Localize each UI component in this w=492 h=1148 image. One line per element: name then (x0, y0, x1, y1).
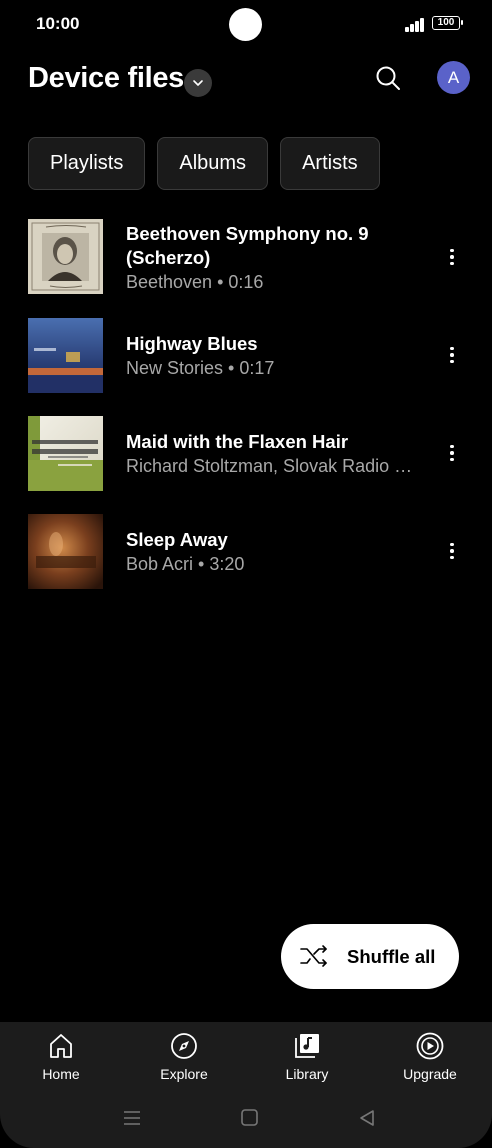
shuffle-icon (300, 945, 327, 967)
more-options-icon[interactable] (438, 341, 466, 369)
song-row[interactable]: Maid with the Flaxen Hair Richard Stoltz… (0, 406, 492, 496)
album-art (28, 416, 103, 491)
song-subtitle: Richard Stoltzman, Slovak Radio … (126, 456, 413, 476)
nav-label: Library (285, 1066, 329, 1082)
chip-artists[interactable]: Artists (280, 137, 380, 190)
song-subtitle: New Stories • 0:17 (126, 358, 275, 378)
more-options-icon[interactable] (438, 537, 466, 565)
bottom-nav: Home Explore Library Upgrade (0, 1022, 492, 1148)
album-art (28, 318, 103, 393)
nav-home[interactable]: Home (11, 1022, 111, 1102)
more-options-icon[interactable] (438, 439, 466, 467)
library-icon (295, 1034, 319, 1058)
nav-label: Home (42, 1066, 80, 1082)
status-bar: 10:00 100 (0, 0, 492, 48)
upgrade-icon (416, 1032, 444, 1060)
status-time: 10:00 (36, 14, 80, 33)
system-nav-bar (0, 1102, 492, 1148)
page-title: Device files (28, 62, 184, 94)
menu-icon[interactable] (123, 1110, 141, 1126)
phone-screen: 10:00 100 Device files A Playlists Album… (0, 0, 492, 1148)
compass-icon (171, 1033, 197, 1059)
song-row[interactable]: Sleep Away Bob Acri • 3:20 (0, 504, 492, 594)
more-options-icon[interactable] (438, 243, 466, 271)
album-art (28, 514, 103, 589)
title-dropdown-button[interactable] (184, 69, 212, 97)
song-row[interactable]: Beethoven Symphony no. 9 (Scherzo) Beeth… (0, 210, 492, 300)
nav-library[interactable]: Library (257, 1022, 357, 1102)
search-icon (376, 66, 400, 90)
nav-explore[interactable]: Explore (134, 1022, 234, 1102)
shuffle-all-button[interactable]: Shuffle all (281, 924, 459, 989)
chevron-down-icon (193, 80, 203, 86)
chip-albums[interactable]: Albums (157, 137, 269, 190)
shuffle-all-label: Shuffle all (347, 946, 436, 967)
song-title: Sleep Away (126, 529, 228, 550)
home-square-icon[interactable] (241, 1109, 258, 1126)
signal-icon (405, 16, 427, 32)
song-subtitle: Beethoven • 0:16 (126, 272, 264, 292)
avatar[interactable]: A (437, 61, 470, 94)
nav-label: Upgrade (403, 1066, 457, 1082)
song-title: Highway Blues (126, 333, 258, 354)
album-art (28, 219, 103, 294)
nav-upgrade[interactable]: Upgrade (380, 1022, 480, 1102)
song-title: Maid with the Flaxen Hair (126, 431, 349, 452)
battery-icon: 100 (432, 16, 463, 30)
song-subtitle: Bob Acri • 3:20 (126, 554, 245, 574)
camera-cutout (229, 8, 262, 41)
chip-playlists[interactable]: Playlists (28, 137, 146, 190)
nav-label: Explore (160, 1066, 208, 1082)
back-icon[interactable] (359, 1109, 375, 1127)
filter-chips: Playlists Albums Artists (28, 137, 380, 190)
song-row[interactable]: Highway Blues New Stories • 0:17 (0, 308, 492, 398)
song-title: Beethoven Symphony no. 9 (Scherzo) (126, 223, 369, 268)
search-button[interactable] (372, 62, 404, 94)
home-icon (50, 1034, 72, 1058)
